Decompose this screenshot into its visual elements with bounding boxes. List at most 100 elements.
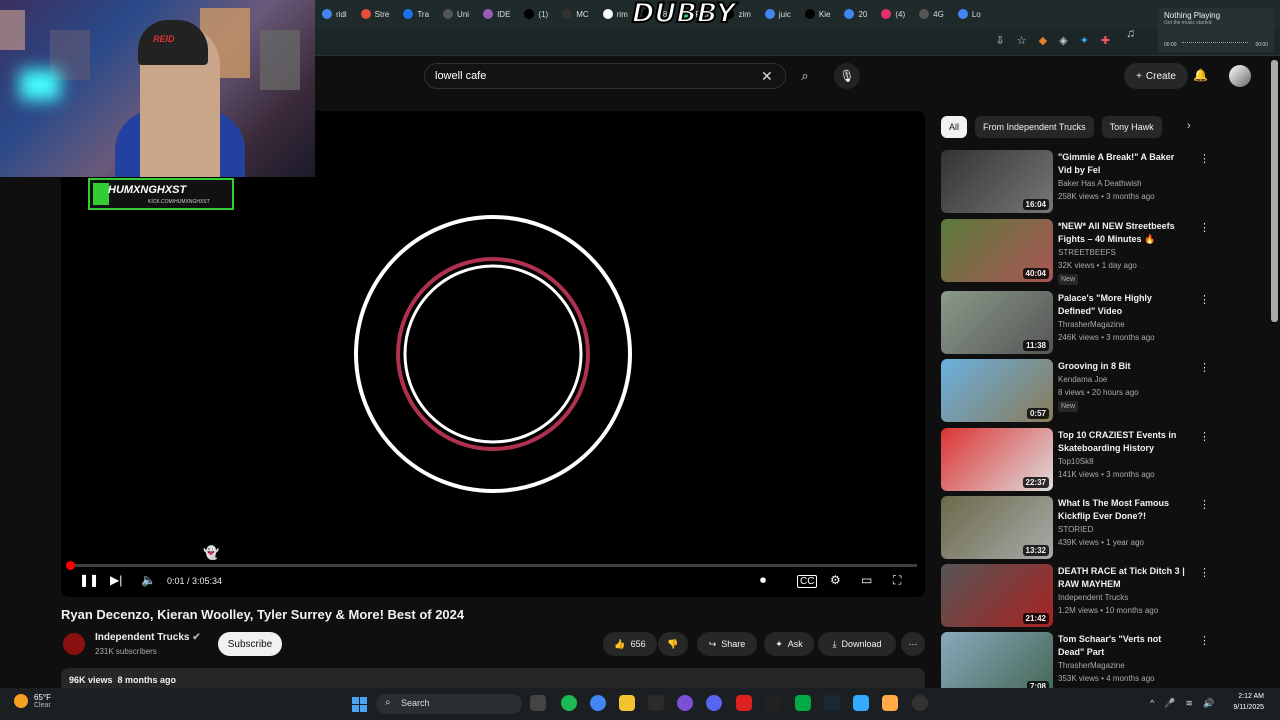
terminal-icon[interactable] bbox=[795, 695, 811, 711]
fullscreen-icon[interactable]: ⛶ bbox=[893, 573, 901, 588]
browser-tab[interactable]: Lo bbox=[952, 3, 987, 25]
dislike-button[interactable]: 👎 bbox=[658, 632, 688, 656]
recommended-video[interactable]: 0:57 Grooving in 8 Bit Kendama Joe 8 views … bbox=[941, 359, 1211, 423]
share-button[interactable]: ↪ Share bbox=[697, 632, 757, 656]
recommended-video[interactable]: 16:04 "Gimmie A Break!" A Baker Vid by Fe… bbox=[941, 150, 1211, 214]
subscribe-button[interactable]: Subscribe bbox=[218, 632, 282, 656]
bookmark-star-icon[interactable]: ☆ bbox=[1017, 34, 1027, 47]
video-thumbnail[interactable]: 0:57 bbox=[941, 359, 1053, 422]
recommended-video[interactable]: 40:04 *NEW* All NEW Streetbeefs Fights – … bbox=[941, 219, 1211, 285]
video-thumbnail[interactable]: 11:38 bbox=[941, 291, 1053, 354]
ask-button[interactable]: ✦ Ask bbox=[764, 632, 814, 656]
file-explorer-icon[interactable] bbox=[619, 695, 635, 711]
more-actions-button[interactable]: ⋯ bbox=[901, 632, 925, 656]
clock[interactable]: 2:12 AM 9/11/2025 bbox=[1233, 691, 1264, 713]
recommended-title[interactable]: Tom Schaar's "Verts not Dead" Part bbox=[1058, 633, 1188, 659]
video-thumbnail[interactable]: 40:04 bbox=[941, 219, 1053, 282]
volume-tray-icon[interactable]: 🔊 bbox=[1203, 698, 1214, 709]
recommended-video[interactable]: 21:42 DEATH RACE at Tick Ditch 3 | RAW MA… bbox=[941, 564, 1211, 628]
more-vert-icon[interactable]: ⋮ bbox=[1199, 566, 1210, 579]
clear-search-icon[interactable]: ✕ bbox=[761, 68, 773, 85]
extension-red-icon[interactable]: ✚ bbox=[1101, 34, 1110, 47]
recommended-channel[interactable]: ThrasherMagazine bbox=[1058, 320, 1125, 329]
browser-tab[interactable]: 4G bbox=[913, 3, 950, 25]
chip-all[interactable]: All bbox=[941, 116, 968, 138]
account-avatar[interactable] bbox=[1229, 65, 1251, 87]
wifi-icon[interactable]: ≋ bbox=[1185, 698, 1193, 709]
browser-tab[interactable]: Uni bbox=[437, 3, 475, 25]
notifications-bell-icon[interactable]: 🔔 bbox=[1193, 68, 1208, 82]
browser-tab[interactable]: rim bbox=[597, 3, 634, 25]
download-button[interactable]: ⤓ Download bbox=[818, 632, 896, 656]
mic-tray-icon[interactable]: 🎤 bbox=[1164, 698, 1175, 709]
browser-tab[interactable]: (4) bbox=[875, 3, 911, 25]
task-view-icon[interactable] bbox=[530, 695, 546, 711]
recommended-channel[interactable]: ThrasherMagazine bbox=[1058, 661, 1125, 670]
recommended-title[interactable]: "Gimmie A Break!" A Baker Vid by Fel bbox=[1058, 151, 1188, 177]
recommended-title[interactable]: DEATH RACE at Tick Ditch 3 | RAW MAYHEM bbox=[1058, 565, 1188, 591]
like-button[interactable]: 👍 656 bbox=[603, 632, 657, 656]
app-purple-icon[interactable] bbox=[677, 695, 693, 711]
settings-gear-icon[interactable]: ⚙ bbox=[830, 573, 841, 587]
recommended-title[interactable]: What Is The Most Famous Kickflip Ever Do… bbox=[1058, 497, 1188, 523]
browser-tab[interactable]: juic bbox=[759, 3, 797, 25]
recommended-channel[interactable]: Kendama Joe bbox=[1058, 375, 1107, 384]
more-vert-icon[interactable]: ⋮ bbox=[1199, 361, 1210, 374]
recommended-title[interactable]: Grooving in 8 Bit bbox=[1058, 360, 1188, 373]
recommended-channel[interactable]: Independent Trucks bbox=[1058, 593, 1128, 602]
video-thumbnail[interactable]: 7:08 bbox=[941, 632, 1053, 695]
browser-tab[interactable]: Tra bbox=[397, 3, 435, 25]
browser-tab[interactable]: ridi bbox=[316, 3, 353, 25]
more-vert-icon[interactable]: ⋮ bbox=[1199, 152, 1210, 165]
browser-tab[interactable]: MC bbox=[556, 3, 594, 25]
more-vert-icon[interactable]: ⋮ bbox=[1199, 498, 1210, 511]
recommended-video[interactable]: 7:08 Tom Schaar's "Verts not Dead" Part Th… bbox=[941, 632, 1211, 696]
more-vert-icon[interactable]: ⋮ bbox=[1199, 221, 1210, 234]
recommended-channel[interactable]: Top10Sk8 bbox=[1058, 457, 1094, 466]
more-vert-icon[interactable]: ⋮ bbox=[1199, 634, 1210, 647]
extension-icon[interactable]: ◈ bbox=[1059, 34, 1067, 47]
media-app-icon[interactable] bbox=[912, 695, 928, 711]
app-red-icon[interactable] bbox=[736, 695, 752, 711]
next-video-button[interactable]: ▶| bbox=[110, 573, 122, 587]
captions-icon[interactable]: CC bbox=[797, 575, 818, 588]
app-blue-icon[interactable] bbox=[853, 695, 869, 711]
search-input[interactable]: lowell cafe bbox=[424, 63, 786, 89]
weather-widget[interactable]: 65°F Clear bbox=[14, 693, 51, 709]
page-scrollbar[interactable] bbox=[1271, 60, 1278, 322]
theater-mode-icon[interactable]: ▭ bbox=[861, 573, 872, 587]
recommended-channel[interactable]: STREETBEEFS bbox=[1058, 248, 1116, 257]
chrome-icon[interactable] bbox=[590, 695, 606, 711]
browser-tab[interactable]: Kie bbox=[799, 3, 837, 25]
channel-name[interactable]: Independent Trucks ✔ bbox=[95, 632, 201, 643]
create-button[interactable]: + Create bbox=[1124, 63, 1188, 89]
browser-tab[interactable]: (1) bbox=[518, 3, 554, 25]
more-vert-icon[interactable]: ⋮ bbox=[1199, 293, 1210, 306]
browser-tab[interactable]: 20 bbox=[838, 3, 873, 25]
chevron-up-icon[interactable]: ^ bbox=[1150, 698, 1154, 709]
taskbar-search[interactable]: ⌕ Search bbox=[376, 694, 522, 714]
recommended-video[interactable]: 11:38 Palace's "More Highly Defined" Vide… bbox=[941, 291, 1211, 355]
autoplay-toggle[interactable]: ⏺ bbox=[760, 573, 766, 588]
recommended-title[interactable]: Top 10 CRAZIEST Events in Skateboarding … bbox=[1058, 429, 1188, 455]
chip-tony-hawk[interactable]: Tony Hawk bbox=[1101, 116, 1162, 138]
steam-icon[interactable] bbox=[824, 695, 840, 711]
recommended-video[interactable]: 22:37 Top 10 CRAZIEST Events in Skateboar… bbox=[941, 428, 1211, 492]
recommended-channel[interactable]: Baker Has A Deathwish bbox=[1058, 179, 1142, 188]
video-thumbnail[interactable]: 13:32 bbox=[941, 496, 1053, 559]
volume-icon[interactable]: 🔈 bbox=[141, 573, 156, 587]
recommended-video[interactable]: 13:32 What Is The Most Famous Kickflip Ev… bbox=[941, 496, 1211, 560]
video-thumbnail[interactable]: 22:37 bbox=[941, 428, 1053, 491]
discord-icon[interactable] bbox=[706, 695, 722, 711]
search-button[interactable]: ⌕ bbox=[787, 63, 823, 89]
install-icon[interactable]: ⇩ bbox=[996, 34, 1005, 47]
recommended-channel[interactable]: STORIED bbox=[1058, 525, 1093, 534]
extension-puzzle-icon[interactable]: ✦ bbox=[1080, 34, 1089, 47]
chevron-right-icon[interactable]: › bbox=[1187, 120, 1191, 132]
extension-fox-icon[interactable]: ◆ bbox=[1039, 34, 1047, 47]
video-thumbnail[interactable]: 16:04 bbox=[941, 150, 1053, 213]
voice-search-button[interactable]: 🎙 bbox=[834, 63, 860, 89]
more-vert-icon[interactable]: ⋮ bbox=[1199, 430, 1210, 443]
video-thumbnail[interactable]: 21:42 bbox=[941, 564, 1053, 627]
music-app-icon[interactable] bbox=[882, 695, 898, 711]
